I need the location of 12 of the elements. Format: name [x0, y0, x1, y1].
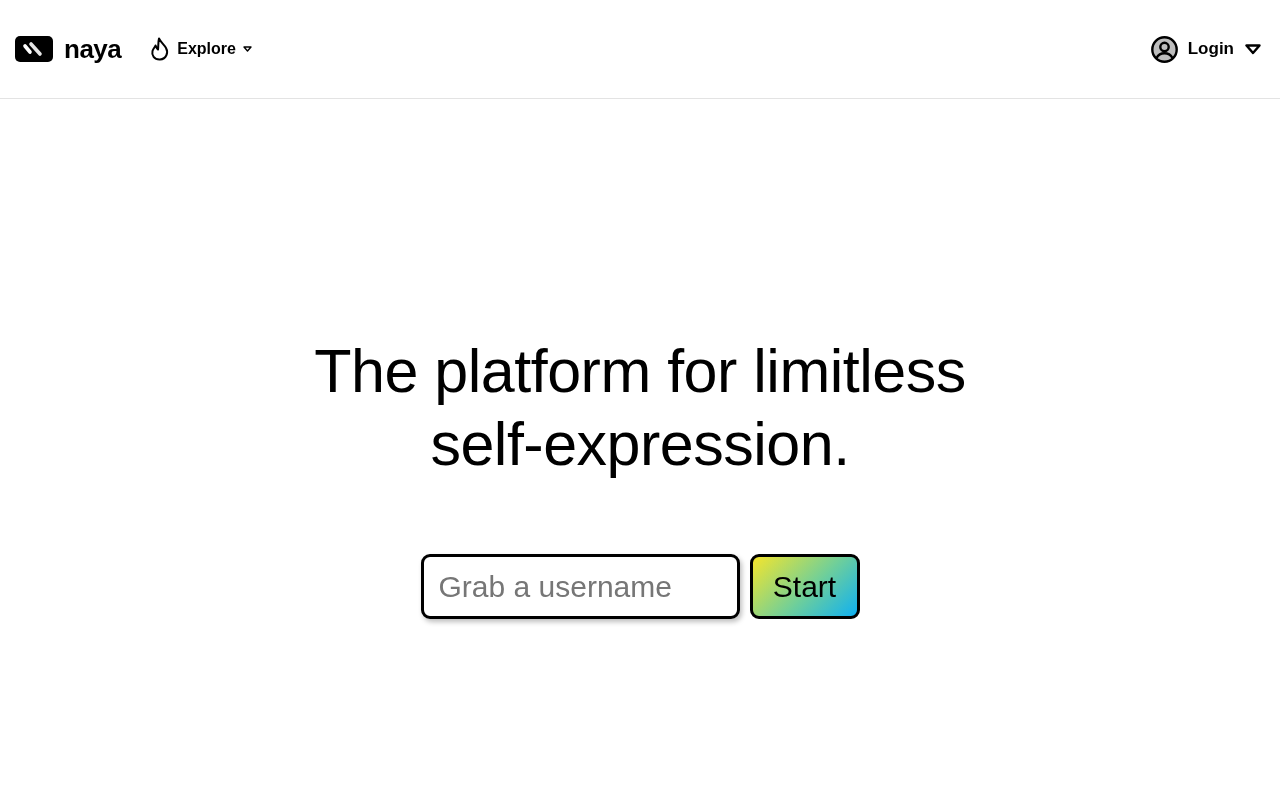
username-input[interactable]: Grab a username: [420, 554, 740, 619]
caret-icon: [1245, 43, 1261, 55]
caret-icon: [242, 46, 252, 52]
brand-name: naya: [64, 35, 122, 62]
flame-icon: [150, 37, 171, 61]
user-avatar-icon: [1150, 35, 1178, 63]
naya-logo-link[interactable]: naya: [15, 35, 122, 63]
start-button[interactable]: Start: [749, 554, 860, 619]
explore-menu-button[interactable]: Explore: [150, 37, 252, 61]
logo-icon: [15, 35, 53, 62]
login-menu-button[interactable]: Login: [1150, 35, 1261, 63]
hero-headline: The platform for limitless self-expression.: [313, 336, 967, 480]
